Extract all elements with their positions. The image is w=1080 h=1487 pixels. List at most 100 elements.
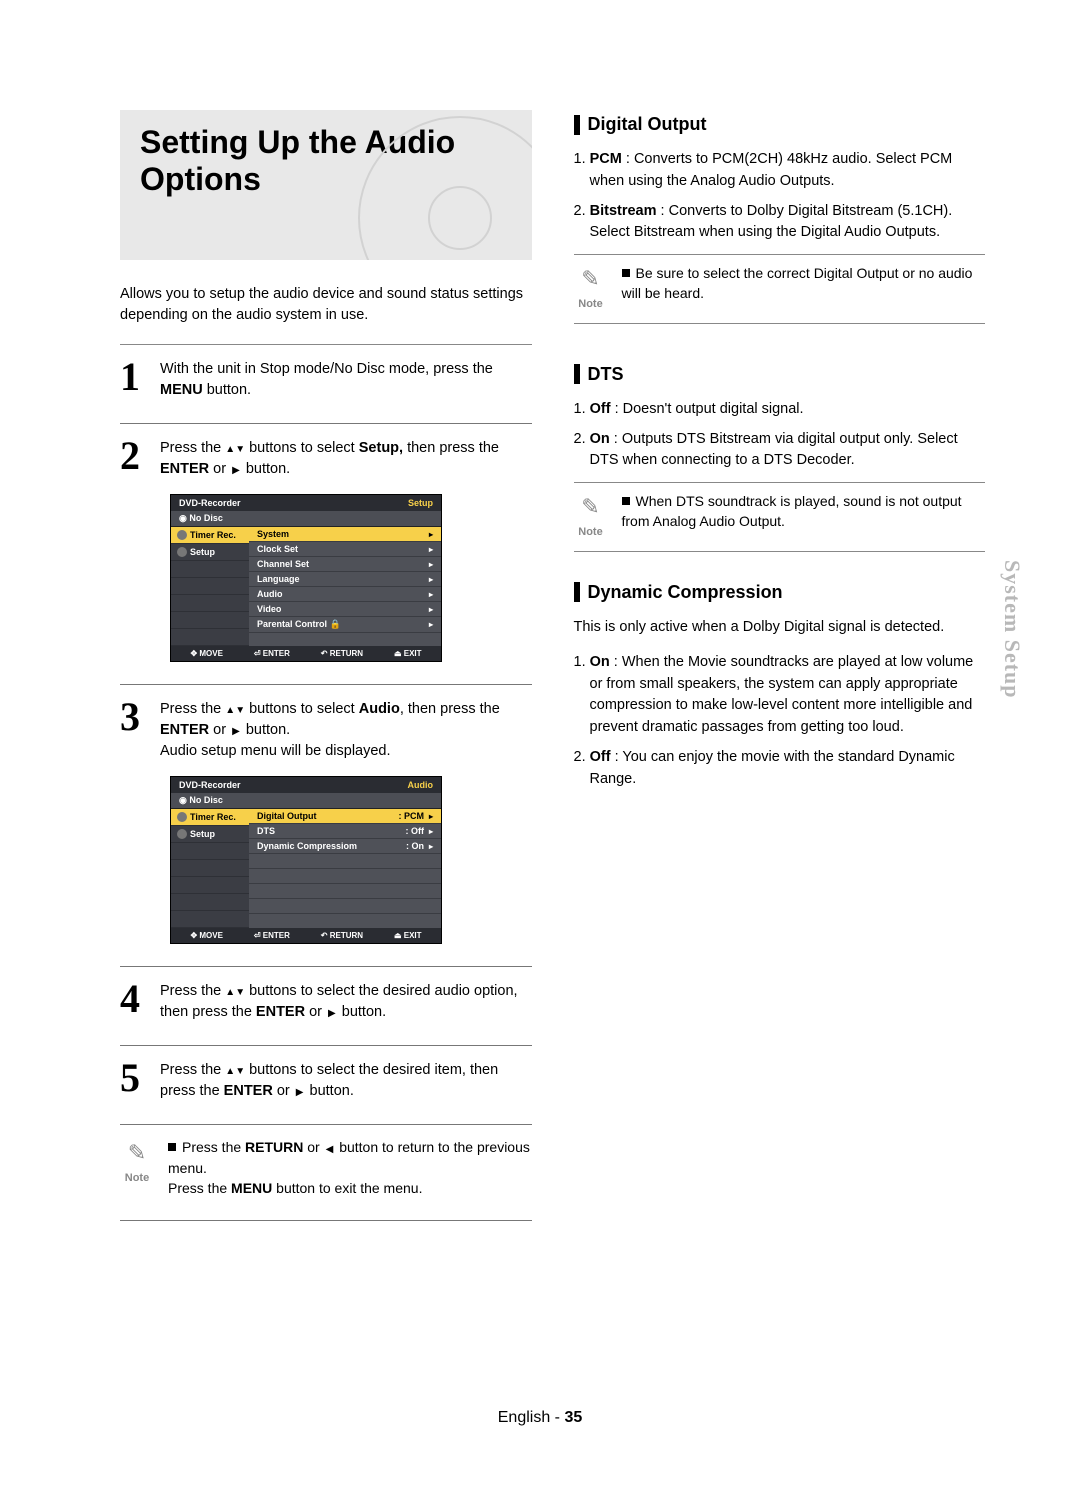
triangle-down-icon	[235, 983, 245, 999]
right-column: Digital Output 1. PCM : Converts to PCM(…	[574, 110, 986, 1233]
osd-left-nav: Timer Rec. Setup	[171, 809, 249, 928]
step-3: 3 Press the buttons to select Audio, the…	[120, 697, 532, 762]
note-text: Press the RETURN or button to return to …	[168, 1137, 532, 1198]
osd-footer: ✥ MOVE ⏎ ENTER ↶ RETURN ⏏ EXIT	[171, 646, 441, 661]
clock-icon	[177, 530, 187, 540]
divider	[120, 1045, 532, 1046]
exit-hint: ⏏ EXIT	[394, 931, 422, 940]
list-item: 2. On : Outputs DTS Bitstream via digita…	[590, 429, 986, 473]
pencil-icon: ✎	[581, 263, 599, 295]
divider	[120, 684, 532, 685]
triangle-up-icon	[225, 983, 235, 999]
heading-bar-icon	[574, 115, 580, 135]
osd-right-list: System▸ Clock Set▸ Channel Set▸ Language…	[249, 527, 441, 646]
step-text: Press the buttons to select the desired …	[160, 979, 532, 1023]
note-icon: ✎ Note	[574, 263, 608, 313]
osd-menu-item: Channel Set▸	[249, 557, 441, 572]
intro-text: Allows you to setup the audio device and…	[120, 284, 532, 326]
note-block: ✎ Note Be sure to select the correct Dig…	[574, 263, 986, 313]
osd-nav-item: Setup	[171, 544, 249, 561]
step-text: Press the buttons to select the desired …	[160, 1058, 532, 1102]
page-footer: English - 35	[0, 1409, 1080, 1427]
osd-footer: ✥ MOVE ⏎ ENTER ↶ RETURN ⏏ EXIT	[171, 928, 441, 943]
heading-bar-icon	[574, 364, 580, 384]
step-number: 4	[120, 979, 154, 1023]
option-list: 1. Off : Doesn't output digital signal. …	[574, 399, 986, 472]
left-column: Setting Up the Audio Options Allows you …	[120, 110, 532, 1233]
osd-subheader: ◉ No Disc	[171, 793, 441, 809]
exit-hint: ⏏ EXIT	[394, 649, 422, 658]
option-list: 1. PCM : Converts to PCM(2CH) 48kHz audi…	[574, 149, 986, 244]
note-icon: ✎ Note	[574, 491, 608, 541]
osd-screenshot-setup: DVD-Recorder Setup ◉ No Disc Timer Rec. …	[170, 494, 442, 662]
chevron-right-icon: ▸	[429, 530, 433, 539]
osd-menu-item: Dynamic Compressiom: On ▸	[249, 839, 441, 854]
osd-left-nav: Timer Rec. Setup	[171, 527, 249, 646]
osd-right-list: Digital Output: PCM ▸ DTS: Off ▸ Dynamic…	[249, 809, 441, 928]
title-box: Setting Up the Audio Options	[120, 110, 532, 260]
note-text: When DTS soundtrack is played, sound is …	[622, 491, 986, 532]
move-hint: ✥ MOVE	[190, 931, 223, 940]
step-text: With the unit in Stop mode/No Disc mode,…	[160, 357, 532, 401]
osd-menu-item: Parental Control 🔒▸	[249, 617, 441, 633]
triangle-right-icon	[294, 1083, 306, 1099]
osd-menu-item: Audio▸	[249, 587, 441, 602]
step-text: Press the buttons to select Setup, then …	[160, 436, 532, 480]
osd-menu-item: Video▸	[249, 602, 441, 617]
list-item: 1. PCM : Converts to PCM(2CH) 48kHz audi…	[590, 149, 986, 193]
osd-menu-item: Language▸	[249, 572, 441, 587]
triangle-up-icon	[225, 1062, 235, 1078]
osd-title: DVD-Recorder	[179, 780, 241, 790]
option-list: 1. On : When the Movie soundtracks are p…	[574, 652, 986, 791]
note-text: Be sure to select the correct Digital Ou…	[622, 263, 986, 304]
chevron-right-icon: ▸	[429, 812, 433, 821]
triangle-down-icon	[235, 440, 245, 456]
enter-hint: ⏎ ENTER	[254, 649, 290, 658]
divider	[120, 423, 532, 424]
list-item: 2. Bitstream : Converts to Dolby Digital…	[590, 201, 986, 245]
step-1: 1 With the unit in Stop mode/No Disc mod…	[120, 357, 532, 401]
osd-title-right: Audio	[408, 780, 434, 790]
list-item: 1. On : When the Movie soundtracks are p…	[590, 652, 986, 739]
osd-menu-item: Clock Set▸	[249, 542, 441, 557]
move-hint: ✥ MOVE	[190, 649, 223, 658]
step-number: 5	[120, 1058, 154, 1102]
osd-header: DVD-Recorder Setup	[171, 495, 441, 511]
step-5: 5 Press the buttons to select the desire…	[120, 1058, 532, 1102]
section-title: Digital Output	[588, 114, 707, 135]
osd-menu-item: System▸	[249, 527, 441, 542]
two-column-layout: Setting Up the Audio Options Allows you …	[120, 110, 985, 1233]
clock-icon	[177, 812, 187, 822]
section-intro: This is only active when a Dolby Digital…	[574, 617, 986, 638]
section-title: Dynamic Compression	[588, 582, 783, 603]
note-icon: ✎ Note	[120, 1137, 154, 1187]
section-heading-digital-output: Digital Output	[574, 114, 986, 135]
triangle-up-icon	[225, 440, 235, 456]
triangle-down-icon	[235, 701, 245, 717]
step-number: 3	[120, 697, 154, 762]
heading-bar-icon	[574, 582, 580, 602]
osd-title: DVD-Recorder	[179, 498, 241, 508]
divider	[120, 1124, 532, 1125]
osd-nav-item: Setup	[171, 826, 249, 843]
section-heading-dynamic-compression: Dynamic Compression	[574, 582, 986, 603]
pencil-icon: ✎	[581, 491, 599, 523]
divider	[120, 1220, 532, 1221]
osd-screenshot-audio: DVD-Recorder Audio ◉ No Disc Timer Rec. …	[170, 776, 442, 944]
osd-nav-item: Timer Rec.	[171, 809, 249, 826]
return-hint: ↶ RETURN	[321, 649, 363, 658]
step-text: Press the buttons to select Audio, then …	[160, 697, 532, 762]
triangle-up-icon	[225, 701, 235, 717]
list-item: 1. Off : Doesn't output digital signal.	[590, 399, 986, 421]
pencil-icon: ✎	[128, 1137, 146, 1169]
step-4: 4 Press the buttons to select the desire…	[120, 979, 532, 1023]
enter-hint: ⏎ ENTER	[254, 931, 290, 940]
gear-icon	[177, 829, 187, 839]
divider	[120, 966, 532, 967]
osd-menu-item: DTS: Off ▸	[249, 824, 441, 839]
divider	[574, 323, 986, 324]
osd-header: DVD-Recorder Audio	[171, 777, 441, 793]
divider	[120, 344, 532, 345]
step-2: 2 Press the buttons to select Setup, the…	[120, 436, 532, 480]
note-block: ✎ Note Press the RETURN or button to ret…	[120, 1137, 532, 1198]
